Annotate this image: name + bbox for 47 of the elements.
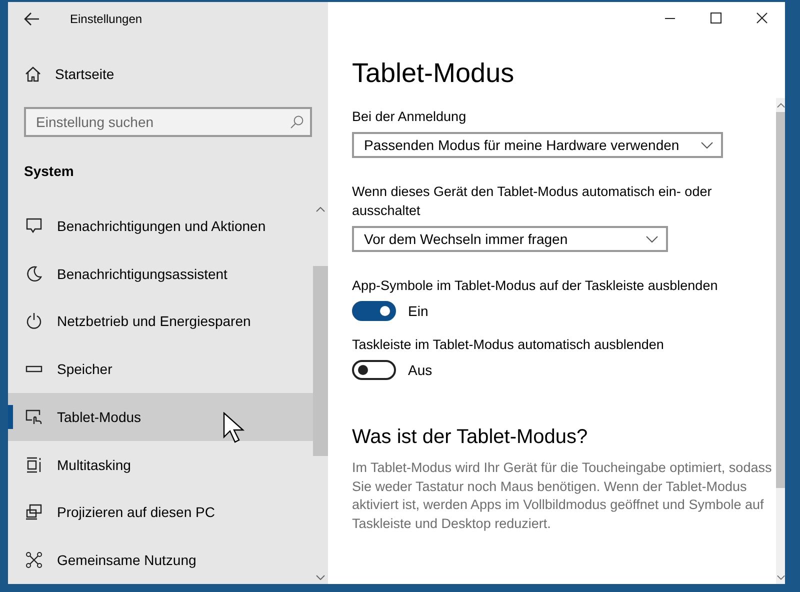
dropdown[interactable]: Passenden Modus für meine Hardware verwenden <box>352 132 724 158</box>
mouse-pointer-icon <box>223 412 245 446</box>
toggle-state: Ein <box>408 303 428 319</box>
scroll-down-icon[interactable] <box>776 574 784 580</box>
toggle-switch[interactable] <box>352 360 396 380</box>
nav-item[interactable]: Benachrichtigungen und Aktionen <box>8 202 313 250</box>
home-nav-item[interactable]: Startseite <box>8 50 328 98</box>
setting-label: Bei der Anmeldung <box>352 108 468 126</box>
screens-icon <box>25 503 43 522</box>
scroll-up-icon[interactable] <box>776 102 784 108</box>
maximize-icon <box>710 12 722 24</box>
description-text: Im Tablet-Modus wird Ihr Gerät für die Toucheingabe optimiert, sodass Sie weder Tastatur noch Maus benötigen. Wenn der Tablet-Modus aktiviert ist, werden Apps im Vollbildmodus geöffnet und Symbole auf Taskleiste und Desktop reduziert. <box>352 459 773 533</box>
window-title: Einstellungen <box>70 12 142 26</box>
chevron-down-icon <box>701 142 714 148</box>
scrollbar-thumb[interactable] <box>776 112 785 488</box>
message-icon <box>25 216 43 235</box>
nav-item[interactable]: Benachrichtigungsassistent <box>8 250 313 298</box>
section-heading: Was ist der Tablet-Modus? <box>352 426 589 449</box>
section-heading: System <box>24 163 75 179</box>
moon-icon <box>25 264 43 283</box>
scroll-up-icon[interactable] <box>316 206 325 212</box>
setting-label: Wenn dieses Gerät den Tablet-Modus automatisch ein- oder ausschaltet <box>352 183 713 220</box>
share-icon <box>25 551 43 570</box>
toggle-state: Aus <box>408 362 432 378</box>
tablet-icon <box>25 408 43 426</box>
nav-item[interactable]: Projizieren auf diesen PC <box>8 488 313 536</box>
search-icon <box>290 115 304 129</box>
setting-label: Taskleiste im Tablet-Modus automatisch ausblenden <box>352 336 665 354</box>
page-title: Tablet-Modus <box>352 58 516 89</box>
search-field[interactable]: Einstellung suchen <box>24 107 312 137</box>
scroll-down-icon[interactable] <box>316 574 325 580</box>
nav-item[interactable]: Multitasking <box>8 440 313 488</box>
home-icon <box>25 66 41 82</box>
nav-item[interactable]: Speicher <box>8 345 313 393</box>
nav-item[interactable]: Netzbetrieb und Energiesparen <box>8 298 313 346</box>
nav-item[interactable]: Gemeinsame Nutzung <box>8 536 313 584</box>
power-icon <box>25 312 43 330</box>
chevron-down-icon <box>646 236 658 242</box>
toggle-switch[interactable] <box>352 301 396 321</box>
dropdown[interactable]: Vor dem Wechseln immer fragen <box>352 226 668 252</box>
nav-item[interactable]: Tablet-Modus <box>8 393 313 441</box>
multitask-icon <box>25 456 43 474</box>
selection-indicator <box>8 405 13 429</box>
back-arrow-icon <box>24 12 40 26</box>
close-icon <box>756 12 768 24</box>
setting-label: App-Symbole im Tablet-Modus auf der Taskleiste ausblenden <box>352 277 719 295</box>
scrollbar-thumb[interactable] <box>313 266 328 456</box>
